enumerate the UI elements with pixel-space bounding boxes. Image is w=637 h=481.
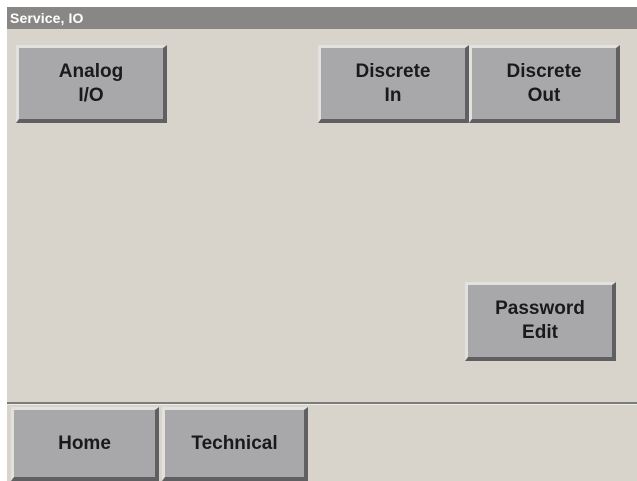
analog-io-button-label-line2: I/O: [78, 84, 104, 106]
home-button[interactable]: Home: [11, 407, 159, 481]
technical-button-label: Technical: [191, 432, 278, 454]
footer-divider-highlight: [7, 404, 637, 405]
discrete-out-button-label-line2: Out: [527, 84, 561, 106]
discrete-in-button-label-line1: Discrete: [355, 60, 431, 82]
password-edit-button-label-line2: Edit: [522, 322, 558, 343]
discrete-out-button[interactable]: Discrete Out: [469, 45, 620, 123]
discrete-out-button-label-line1: Discrete: [506, 60, 582, 82]
password-edit-button-label-line1: Password: [495, 298, 585, 319]
analog-io-button-label-line1: Analog: [58, 60, 124, 82]
technical-button[interactable]: Technical: [162, 407, 308, 481]
title-bar: Service, IO: [7, 7, 637, 29]
discrete-in-button-label-line2: In: [384, 84, 402, 106]
service-io-screen: Service, IO Analog I/O Discrete In Discr…: [7, 7, 637, 481]
analog-io-button[interactable]: Analog I/O: [16, 45, 167, 123]
discrete-in-button[interactable]: Discrete In: [318, 45, 469, 123]
home-button-label: Home: [58, 432, 111, 454]
password-edit-button[interactable]: Password Edit: [465, 282, 616, 361]
